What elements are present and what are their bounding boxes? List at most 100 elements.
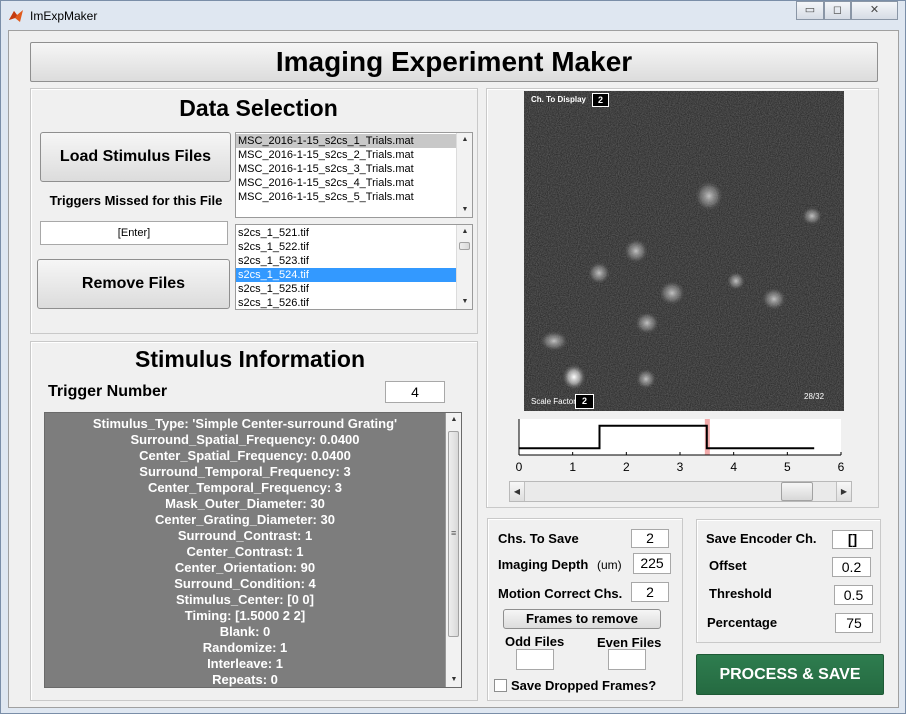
grip-icon: ≡ [451,528,457,538]
list-item[interactable]: MSC_2016-1-15_s2cs_1_Trials.mat [236,134,472,148]
plot-area [519,419,841,455]
even-files-field[interactable] [608,649,646,670]
percentage-label: Percentage [707,615,778,630]
process-and-save-button[interactable]: PROCESS & SAVE [696,654,884,695]
maximize-button[interactable]: ◻ [824,1,851,20]
frame-counter: 28/32 [804,392,825,401]
stimulus-parameter: Center_Contrast: 1 [186,544,304,559]
title-bar: ImExpMaker ▭ ◻ ✕ [0,0,906,30]
x-tick-label: 3 [677,460,684,474]
tif-files-scrollbar[interactable]: ▲ ▼ [456,225,472,309]
offset-field[interactable]: 0.2 [832,557,871,577]
odd-files-field[interactable] [516,649,554,670]
even-files-label: Even Files [597,635,662,650]
minimize-button[interactable]: ▭ [796,1,824,20]
chs-to-save-field[interactable]: 2 [631,529,669,548]
imaging-depth-unit: (um) [597,558,622,572]
stimulus-parameters-scrollbar[interactable]: ▲ ≡ ▼ [445,413,461,687]
scroll-up-arrow-icon[interactable]: ▲ [457,133,472,147]
stimulus-parameter: Center_Temporal_Frequency: 3 [147,480,343,495]
scroll-down-arrow-icon[interactable]: ▼ [457,203,472,217]
trigger-plot[interactable]: 0 1 2 3 4 5 6 [510,415,850,477]
stimulus-files-scrollbar[interactable]: ▲ ▼ [456,133,472,217]
x-tick-label: 6 [838,460,845,474]
stimulus-parameter: Surround_Spatial_Frequency: 0.0400 [130,432,360,447]
window-title: ImExpMaker [30,9,98,23]
save-dropped-label: Save Dropped Frames? [511,678,657,693]
page-title: Imaging Experiment Maker [30,42,878,82]
offset-label: Offset [709,558,747,573]
trigger-number-label: Trigger Number [48,383,168,400]
load-stimulus-files-button[interactable]: Load Stimulus Files [40,132,231,182]
list-item[interactable]: MSC_2016-1-15_s2cs_5_Trials.mat [236,190,472,204]
matlab-icon [9,10,23,22]
motion-correct-label: Motion Correct Chs. [498,586,623,601]
stimulus-parameter: Randomize: 1 [202,640,288,655]
stimulus-parameter: Center_Spatial_Frequency: 0.0400 [139,448,351,463]
list-item[interactable]: s2cs_1_526.tif [236,296,472,309]
stimulus-parameter: Repeats: 0 [212,672,278,687]
x-tick-label: 1 [569,460,576,474]
stimulus-parameter: Surround_Condition: 4 [174,576,316,591]
list-item[interactable]: s2cs_1_524.tif [236,268,472,282]
remove-files-button[interactable]: Remove Files [37,259,230,309]
x-tick-label: 0 [516,460,523,474]
scroll-thumb[interactable] [459,242,470,250]
imaging-depth-label: Imaging Depth [498,557,589,572]
slider-thumb[interactable] [780,482,813,501]
stimulus-parameter: Center_Orientation: 90 [174,560,316,575]
x-tick-label: 5 [784,460,791,474]
stimulus-parameter: Timing: [1.5000 2 2] [184,608,306,623]
list-item[interactable]: s2cs_1_522.tif [236,240,472,254]
save-dropped-checkbox[interactable] [494,679,507,692]
scale-factor-label: Scale Factor [531,397,576,406]
slider-left-arrow-icon[interactable]: ◀ [510,482,525,501]
save-encoder-field[interactable]: [] [832,530,873,549]
threshold-field[interactable]: 0.5 [834,585,873,605]
x-tick-label: 4 [730,460,737,474]
chs-to-save-label: Chs. To Save [498,531,579,546]
stimulus-files-list[interactable]: MSC_2016-1-15_s2cs_1_Trials.mat MSC_2016-… [235,132,473,218]
stimulus-parameter: Blank: 0 [219,624,271,639]
list-item[interactable]: s2cs_1_521.tif [236,226,472,240]
motion-correct-field[interactable]: 2 [631,582,669,602]
odd-files-label: Odd Files [505,634,565,649]
list-item[interactable]: s2cs_1_523.tif [236,254,472,268]
scroll-down-arrow-icon[interactable]: ▼ [446,673,461,687]
scroll-up-arrow-icon[interactable]: ▲ [457,225,472,239]
threshold-label: Threshold [709,586,772,601]
scroll-thumb[interactable]: ≡ [448,431,459,637]
microscopy-image[interactable] [524,91,844,411]
stimulus-parameter: Stimulus_Center: [0 0] [176,592,314,607]
stimulus-parameter: Mask_Outer_Diameter: 30 [165,496,325,511]
percentage-field[interactable]: 75 [835,613,873,633]
stimulus-parameter: Center_Grating_Diameter: 30 [155,512,335,527]
stimulus-parameter: Interleave: 1 [207,656,283,671]
stimulus-parameter: Surround_Temporal_Frequency: 3 [139,464,351,479]
channel-display-field[interactable]: 2 [592,93,609,107]
frame-slider[interactable]: ◀ ▶ [509,481,852,502]
tif-files-list[interactable]: s2cs_1_521.tif s2cs_1_522.tif s2cs_1_523.t… [235,224,473,310]
triggers-missed-label: Triggers Missed for this File [49,193,223,208]
frames-to-remove-button[interactable]: Frames to remove [503,609,661,629]
close-button[interactable]: ✕ [851,1,898,20]
save-encoder-label: Save Encoder Ch. [706,531,817,546]
slider-right-arrow-icon[interactable]: ▶ [836,482,851,501]
channel-display-label: Ch. To Display [531,95,586,104]
stimulus-parameters-list[interactable]: Stimulus_Type: 'Simple Center-surround G… [44,412,462,688]
list-item[interactable]: MSC_2016-1-15_s2cs_3_Trials.mat [236,162,472,176]
imaging-depth-field[interactable]: 225 [633,553,671,574]
triggers-missed-field[interactable]: [Enter] [40,221,228,245]
stimulus-parameter: Surround_Contrast: 1 [177,528,313,543]
list-item[interactable]: s2cs_1_525.tif [236,282,472,296]
data-selection-title: Data Selection [179,95,338,121]
stimulus-information-title: Stimulus Information [135,346,365,372]
stimulus-parameter: Stimulus_Type: 'Simple Center-surround G… [92,416,398,431]
list-item[interactable]: MSC_2016-1-15_s2cs_4_Trials.mat [236,176,472,190]
scroll-up-arrow-icon[interactable]: ▲ [446,413,461,427]
scale-factor-field[interactable]: 2 [575,394,594,409]
trigger-number-field[interactable]: 4 [385,381,445,403]
x-tick-label: 2 [623,460,630,474]
scroll-down-arrow-icon[interactable]: ▼ [457,295,472,309]
list-item[interactable]: MSC_2016-1-15_s2cs_2_Trials.mat [236,148,472,162]
